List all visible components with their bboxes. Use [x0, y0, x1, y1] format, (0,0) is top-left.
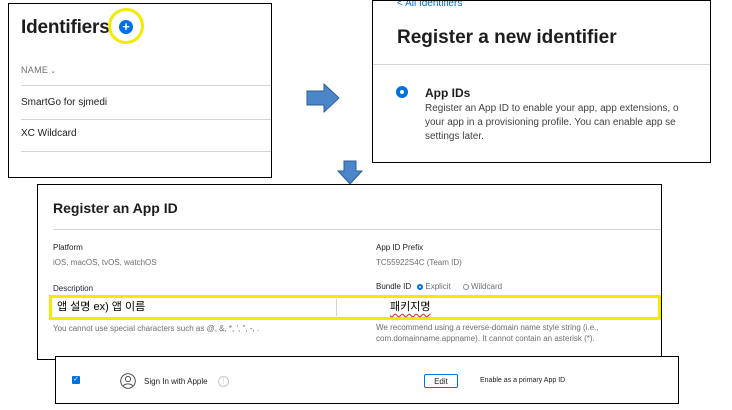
identifier-row[interactable]: XC Wildcard	[21, 128, 77, 139]
sign-in-with-apple-label: Sign In with Apple	[144, 377, 208, 386]
help-line: com.domainname.appname). It cannot conta…	[376, 334, 595, 343]
divider	[21, 119, 271, 120]
info-icon[interactable]: i	[218, 376, 229, 387]
field-divider	[336, 299, 337, 316]
divider	[21, 85, 271, 86]
app-ids-description: Register an App ID to enable your app, a…	[425, 102, 710, 144]
description-label: Description	[53, 284, 94, 293]
divider	[373, 64, 710, 65]
name-column-label: NAME	[21, 65, 49, 75]
primary-app-id-note: Enable as a primary App ID	[480, 377, 566, 384]
sign-in-with-apple-checkbox[interactable]: ✓	[72, 376, 80, 384]
description-input[interactable]: 앱 설명 ex) 앱 이름	[57, 298, 332, 317]
bundle-id-label: Bundle ID	[376, 282, 412, 291]
explicit-label: Explicit	[425, 282, 451, 291]
app-id-prefix-label: App ID Prefix	[376, 243, 424, 252]
explicit-radio[interactable]	[417, 283, 424, 290]
register-app-id-title: Register an App ID	[53, 200, 178, 216]
description-line: Register an App ID to enable your app, a…	[425, 103, 679, 114]
platform-value: iOS, macOS, tvOS, watchOS	[53, 258, 157, 267]
identifiers-title: Identifiers	[21, 17, 110, 38]
divider	[53, 229, 661, 230]
divider	[21, 151, 271, 152]
wildcard-label: Wildcard	[470, 282, 503, 291]
platform-label: Platform	[53, 243, 83, 252]
register-new-identifier-title: Register a new identifier	[397, 27, 617, 48]
name-column-header[interactable]: NAME ⌄	[21, 65, 56, 75]
description-line: settings later.	[425, 131, 484, 142]
person-icon	[120, 373, 136, 389]
identifiers-panel: Identifiers + NAME ⌄ SmartGo for sjmedi X…	[8, 3, 272, 178]
highlight-circle	[108, 8, 144, 44]
identifier-row[interactable]: SmartGo for sjmedi	[21, 97, 107, 108]
capability-row-panel: ✓ Sign In with Apple i Edit Enable as a …	[55, 356, 679, 404]
help-line: We recommend using a reverse-domain name…	[376, 323, 599, 332]
bundle-id-value: 패키지명	[390, 301, 431, 313]
app-ids-label: App IDs	[425, 86, 471, 100]
edit-button[interactable]: Edit	[424, 374, 458, 388]
description-help-text: You cannot use special characters such a…	[53, 324, 260, 333]
wildcard-radio[interactable]	[462, 283, 469, 290]
register-new-identifier-panel: < All Identifiers Register a new identif…	[372, 0, 711, 163]
arrow-down-icon	[337, 160, 363, 185]
bundle-id-help-text: We recommend using a reverse-domain name…	[376, 322, 599, 344]
app-id-prefix-value: TC55922S4C (Team ID)	[376, 258, 462, 267]
arrow-right-icon	[306, 83, 340, 113]
description-line: your app in a provisioning profile. You …	[425, 117, 676, 128]
all-identifiers-link[interactable]: < All Identifiers	[397, 1, 462, 9]
register-app-id-panel: Register an App ID Platform iOS, macOS, …	[37, 184, 662, 360]
app-ids-radio[interactable]	[397, 87, 407, 97]
bundle-id-row: Bundle ID Explicit Wildcard	[376, 282, 502, 291]
bundle-id-input[interactable]: 패키지명	[390, 298, 650, 317]
chevron-down-icon: ⌄	[50, 68, 57, 75]
